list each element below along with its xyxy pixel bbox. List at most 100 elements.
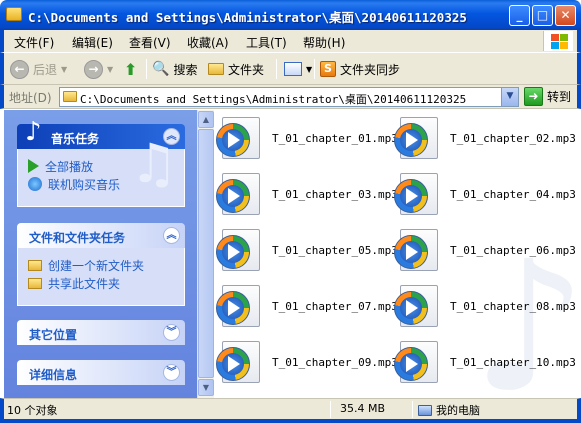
file-name: T_01_chapter_03.mp3	[272, 187, 398, 201]
search-label: 搜索	[173, 62, 198, 77]
status-size: 35.4 MB	[340, 402, 386, 415]
scroll-thumb[interactable]	[198, 129, 214, 378]
address-dropdown-button[interactable]: ▼	[501, 88, 518, 106]
back-label: 后退	[33, 62, 58, 77]
expand-chevron-icon[interactable]: ︾	[163, 364, 180, 381]
menu-bar: 文件(F) 编辑(E) 查看(V) 收藏(A) 工具(T) 帮助(H)	[0, 30, 581, 52]
search-button[interactable]: 🔍 搜索	[152, 58, 197, 80]
views-dropdown-icon: ▼	[306, 64, 313, 74]
music-note-icon: ♪	[25, 117, 42, 147]
file-item[interactable]: T_01_chapter_06.mp3	[394, 225, 576, 275]
address-value: C:\Documents and Settings\Administrator\…	[80, 93, 467, 106]
file-name: T_01_chapter_09.mp3	[272, 355, 398, 369]
status-location: 我的电脑	[418, 402, 480, 418]
file-tasks-panel: 文件和文件夹任务 ︽ 创建一个新文件夹 共享此文件夹	[17, 223, 185, 306]
my-computer-icon	[418, 404, 432, 416]
media-file-icon	[394, 115, 440, 161]
scroll-down-arrow-icon[interactable]: ▼	[198, 379, 214, 396]
window-title: C:\Documents and Settings\Administrator\…	[28, 10, 467, 25]
share-folder-icon	[28, 277, 42, 289]
file-list: ♪ T_01_chapter_01.mp3 T_01_chapter_02.mp…	[214, 110, 577, 398]
forward-button[interactable]: → ▼	[84, 58, 113, 80]
up-folder-icon: ⬆	[124, 59, 138, 79]
back-arrow-icon: ←	[10, 59, 29, 79]
file-name: T_01_chapter_02.mp3	[450, 131, 576, 145]
up-folder-button[interactable]: ⬆	[124, 58, 137, 80]
music-tasks-body: 全部播放 联机购买音乐 ♫	[17, 137, 185, 207]
details-header[interactable]: 详细信息 ︾	[17, 360, 185, 385]
status-bar: 10 个对象 35.4 MB 我的电脑	[0, 398, 581, 423]
menu-file[interactable]: 文件(F)	[14, 34, 54, 51]
share-folder-link[interactable]: 共享此文件夹	[28, 274, 184, 292]
status-location-label: 我的电脑	[436, 404, 480, 417]
file-item[interactable]: T_01_chapter_08.mp3	[394, 281, 576, 331]
menu-view[interactable]: 查看(V)	[129, 34, 171, 51]
other-places-header[interactable]: 其它位置 ︾	[17, 320, 185, 345]
status-divider	[412, 401, 413, 418]
file-tasks-header[interactable]: 文件和文件夹任务 ︽	[17, 223, 185, 248]
menu-tools[interactable]: 工具(T)	[246, 34, 287, 51]
title-bar[interactable]: C:\Documents and Settings\Administrator\…	[0, 0, 581, 30]
task-pane: ♪ 音乐任务 ︽ 全部播放 联机购买音乐 ♫ 文件和文件夹任务 ︽ 创建一个新文…	[4, 110, 197, 398]
forward-arrow-icon: →	[84, 59, 103, 79]
file-item[interactable]: T_01_chapter_05.mp3	[216, 225, 398, 275]
details-title: 详细信息	[29, 368, 78, 382]
views-icon	[284, 62, 302, 76]
share-folder-label: 共享此文件夹	[48, 276, 121, 291]
search-icon: 🔍	[152, 61, 170, 77]
file-item[interactable]: T_01_chapter_07.mp3	[216, 281, 398, 331]
scroll-up-arrow-icon[interactable]: ▲	[198, 111, 214, 128]
menu-help[interactable]: 帮助(H)	[303, 34, 345, 51]
address-bar: 地址(D) C:\Documents and Settings\Administ…	[0, 85, 581, 109]
minimize-button[interactable]: _	[509, 5, 530, 26]
menu-edit[interactable]: 编辑(E)	[72, 34, 113, 51]
go-arrow-icon: ➜	[524, 87, 543, 106]
address-input[interactable]: C:\Documents and Settings\Administrator\…	[59, 87, 519, 107]
maximize-button[interactable]: □	[532, 5, 553, 26]
file-item[interactable]: T_01_chapter_03.mp3	[216, 169, 398, 219]
file-name: T_01_chapter_04.mp3	[450, 187, 576, 201]
file-name: T_01_chapter_01.mp3	[272, 131, 398, 145]
file-item[interactable]: T_01_chapter_10.mp3	[394, 337, 576, 387]
file-item[interactable]: T_01_chapter_01.mp3	[216, 113, 398, 163]
details-panel: 详细信息 ︾	[17, 360, 185, 385]
back-button[interactable]: ← 后退 ▼	[10, 58, 67, 80]
create-folder-label: 创建一个新文件夹	[48, 258, 145, 273]
file-tasks-body: 创建一个新文件夹 共享此文件夹	[17, 248, 185, 306]
go-button[interactable]: ➜ 转到	[524, 87, 571, 106]
media-file-icon	[216, 115, 262, 161]
play-all-label: 全部播放	[45, 159, 94, 174]
file-name: T_01_chapter_05.mp3	[272, 243, 398, 257]
media-file-icon	[216, 283, 262, 329]
file-item[interactable]: T_01_chapter_04.mp3	[394, 169, 576, 219]
folders-button[interactable]: 文件夹	[208, 58, 264, 80]
back-dropdown-icon: ▼	[61, 64, 68, 74]
globe-icon	[28, 177, 42, 191]
folders-icon	[208, 63, 224, 75]
task-pane-scrollbar[interactable]: ▲ ▼	[197, 110, 214, 398]
other-places-title: 其它位置	[29, 328, 78, 342]
close-button[interactable]: ✕	[555, 5, 576, 26]
folder-icon	[6, 7, 22, 21]
file-item[interactable]: T_01_chapter_09.mp3	[216, 337, 398, 387]
music-tasks-title: 音乐任务	[51, 132, 100, 146]
toolbar-separator	[276, 59, 277, 79]
collapse-chevron-icon[interactable]: ︽	[163, 227, 180, 244]
go-label: 转到	[547, 90, 572, 104]
menu-favorites[interactable]: 收藏(A)	[187, 34, 229, 51]
folders-label: 文件夹	[228, 62, 265, 77]
play-icon	[28, 159, 39, 173]
create-folder-link[interactable]: 创建一个新文件夹	[28, 256, 184, 274]
file-name: T_01_chapter_10.mp3	[450, 355, 576, 369]
file-name: T_01_chapter_06.mp3	[450, 243, 576, 257]
expand-chevron-icon[interactable]: ︾	[163, 324, 180, 341]
toolbar-separator	[314, 59, 315, 79]
folder-sync-button[interactable]: S 文件夹同步	[320, 58, 400, 80]
status-divider	[330, 401, 331, 418]
music-tasks-panel: ♪ 音乐任务 ︽ 全部播放 联机购买音乐 ♫	[17, 118, 185, 207]
views-button[interactable]: ▼	[284, 58, 312, 80]
media-file-icon	[394, 227, 440, 273]
toolbar: ← 后退 ▼ → ▼ ⬆ 🔍 搜索 文件夹 ▼ S 文件夹同步	[0, 52, 581, 85]
other-places-panel: 其它位置 ︾	[17, 320, 185, 345]
file-item[interactable]: T_01_chapter_02.mp3	[394, 113, 576, 163]
